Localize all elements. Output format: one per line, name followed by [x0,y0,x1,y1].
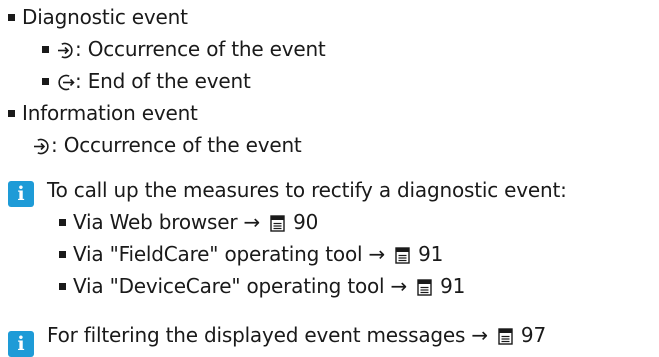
page-link[interactable]: 97 [521,323,546,347]
information-event-label: Information event [22,101,198,125]
note-text: To call up the measures to rectify a dia… [47,177,567,203]
list-item: : End of the event [56,68,251,94]
bullet-marker [42,78,49,85]
document-page-icon [498,328,513,345]
info-icon: i [8,331,34,357]
reference-text: Via Web browser → [73,210,261,234]
reference-text: Via "FieldCare" operating tool → [73,242,386,266]
bullet-marker [59,283,66,290]
page-link[interactable]: 91 [440,274,465,298]
list-item: Diagnostic event [22,4,188,30]
list-item: Via Web browser → 90 [73,209,318,235]
diagnostic-event-label: Diagnostic event [22,5,188,29]
note-intro: To call up the measures to rectify a dia… [47,178,567,202]
event-occurrence-icon [58,42,73,59]
reference-text: Via "DeviceCare" operating tool → [73,274,408,298]
bullet-marker [42,46,49,53]
occurrence-label: : Occurrence of the event [75,37,326,61]
list-item: Via "FieldCare" operating tool → 91 [73,241,443,267]
page-link[interactable]: 91 [418,242,443,266]
bullet-marker [59,219,66,226]
page-link[interactable]: 90 [293,210,318,234]
bullet-marker [59,251,66,258]
list-item: Via "DeviceCare" operating tool → 91 [73,273,465,299]
info-occurrence-label: : Occurrence of the event [51,133,302,157]
bullet-marker [8,14,15,21]
bullet-marker [8,110,15,117]
list-item-detail: : Occurrence of the event [32,132,302,158]
end-label: : End of the event [75,69,251,93]
document-page-icon [417,279,432,296]
event-end-icon [58,74,75,91]
info-icon: i [8,181,34,207]
document-page-icon [270,215,285,232]
reference-text: For filtering the displayed event messag… [47,323,488,347]
list-item: Information event [22,100,198,126]
list-item: : Occurrence of the event [56,36,326,62]
document-page-icon [395,247,410,264]
note-text: For filtering the displayed event messag… [47,322,546,348]
event-occurrence-icon [34,138,49,155]
